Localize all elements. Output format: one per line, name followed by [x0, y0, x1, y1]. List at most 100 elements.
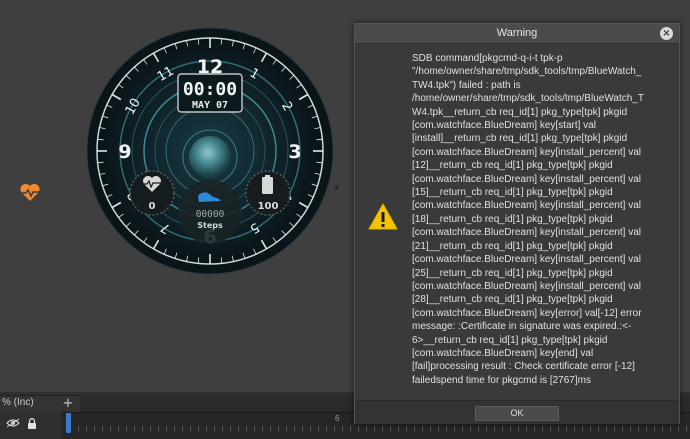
- ruler-tick: [622, 426, 623, 432]
- ruler-tick: [358, 426, 359, 432]
- ruler-tick: [158, 426, 159, 432]
- ruler-tick: [302, 426, 303, 432]
- ruler-tick: [270, 426, 271, 432]
- ruler-tick: [278, 426, 279, 432]
- battery-icon: [262, 177, 273, 194]
- steps-label: Steps: [197, 221, 223, 230]
- ruler-tick: [86, 426, 87, 432]
- ruler-tick: [286, 426, 287, 432]
- ruler-tick: [382, 426, 383, 432]
- timeline-label: % (Inc): [2, 397, 34, 408]
- ruler-tick: [190, 426, 191, 432]
- ruler-tick: [334, 426, 335, 432]
- ruler-tick: [326, 426, 327, 432]
- warning-dialog: Warning × SDB command[pkgcmd-q-i-t tpk-p…: [354, 23, 680, 424]
- ruler-tick: [670, 426, 671, 432]
- ruler-tick: [614, 426, 615, 432]
- ruler-tick: [150, 426, 151, 432]
- ruler-tick: [318, 426, 319, 432]
- ruler-tick: [342, 426, 343, 432]
- ruler-tick: [454, 426, 455, 432]
- ruler-tick: [406, 426, 407, 432]
- watch-face[interactable]: 121234567891011 00:00 MAY 07 0 100 00000…: [86, 27, 334, 275]
- ruler-tick: [350, 426, 351, 432]
- hour-numeral-3: 3: [288, 141, 301, 163]
- visibility-eye-icon[interactable]: [6, 418, 20, 428]
- ruler-tick: [262, 426, 263, 432]
- ruler-tick: [414, 426, 415, 432]
- ruler-tick: [310, 426, 311, 432]
- dialog-footer: OK: [355, 400, 679, 424]
- ruler-tick: [398, 426, 399, 432]
- ruler-tick: [254, 426, 255, 432]
- ruler-tick: [478, 426, 479, 432]
- bolt-icon: ⚡: [333, 183, 341, 194]
- ruler-tick: [534, 426, 535, 432]
- ruler-tick: [590, 426, 591, 432]
- add-keyframe-button[interactable]: +: [60, 395, 76, 413]
- ruler-tick: [94, 426, 95, 432]
- timeline-playhead[interactable]: [66, 413, 71, 433]
- ruler-tick: [182, 426, 183, 432]
- steps-value: 00000: [196, 209, 225, 220]
- ruler-tick: [470, 426, 471, 432]
- center-orb: [189, 136, 231, 178]
- ruler-tick: [102, 426, 103, 432]
- dialog-titlebar[interactable]: Warning ×: [355, 24, 679, 44]
- dialog-title: Warning: [496, 27, 538, 39]
- ruler-tick: [446, 426, 447, 432]
- ruler-tick: [166, 426, 167, 432]
- ruler-tick: [390, 426, 391, 432]
- battery-value: 100: [258, 201, 279, 212]
- hour-numeral-9: 9: [118, 141, 131, 163]
- ruler-tick: [222, 426, 223, 432]
- ruler-tick: [646, 426, 647, 432]
- ruler-tick: [134, 426, 135, 432]
- ok-button[interactable]: OK: [475, 406, 559, 421]
- ruler-tick: [638, 426, 639, 432]
- dialog-message: SDB command[pkgcmd-q-i-t tpk-p "/home/ow…: [412, 53, 644, 386]
- warning-icon: [368, 203, 398, 230]
- ruler-tick: [110, 426, 111, 432]
- ruler-tick: [582, 426, 583, 432]
- ruler-tick: [502, 426, 503, 432]
- ruler-tick: [566, 426, 567, 432]
- ruler-tick: [550, 426, 551, 432]
- battery-complication: 100: [245, 170, 291, 216]
- ruler-tick: [686, 426, 687, 432]
- digital-time: 00:00: [183, 79, 237, 100]
- ruler-tick: [630, 426, 631, 432]
- close-icon[interactable]: ×: [660, 27, 673, 40]
- ruler-tick: [294, 426, 295, 432]
- ruler-tick: [430, 426, 431, 432]
- heart-rate-value: 0: [149, 201, 156, 212]
- ruler-tick: [198, 426, 199, 432]
- ruler-tick: [574, 426, 575, 432]
- heart-rate-complication: 0: [129, 170, 175, 216]
- ruler-tick: [374, 426, 375, 432]
- ruler-tick: [126, 426, 127, 432]
- ruler-tick: [230, 426, 231, 432]
- ruler-tick: [558, 426, 559, 432]
- steps-complication: 00000 Steps: [178, 180, 242, 244]
- ruler-tick: [422, 426, 423, 432]
- ruler-tick: [366, 426, 367, 432]
- heart-rate-widget-icon[interactable]: [18, 180, 42, 204]
- ruler-tick: [462, 426, 463, 432]
- ruler-tick: [526, 426, 527, 432]
- ruler-tick: [662, 426, 663, 432]
- ruler-tick: [510, 426, 511, 432]
- ruler-tick: [206, 426, 207, 432]
- ruler-tick: [486, 426, 487, 432]
- ruler-tick: [246, 426, 247, 432]
- lock-icon[interactable]: [27, 418, 37, 429]
- ruler-tick: [606, 426, 607, 432]
- ruler-tick: [142, 426, 143, 432]
- ruler-tick: [542, 426, 543, 432]
- ruler-tick: [238, 426, 239, 432]
- ruler-tick: [438, 426, 439, 432]
- date-display: MAY 07: [192, 100, 228, 111]
- ruler-number: 6: [335, 414, 340, 423]
- ruler-tick: [214, 426, 215, 432]
- ruler-tick: [78, 426, 79, 432]
